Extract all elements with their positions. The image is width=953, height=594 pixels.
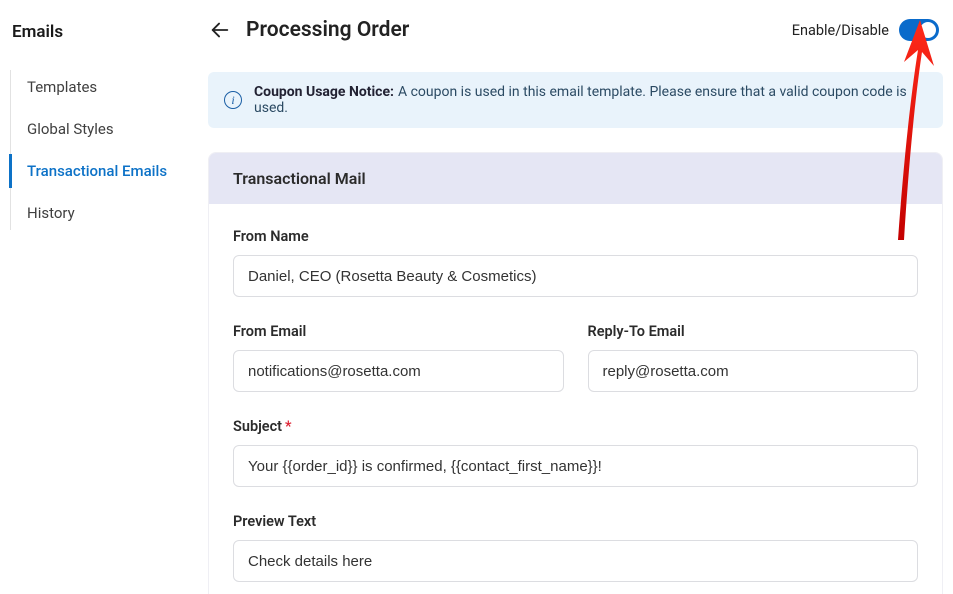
from-email-label: From Email bbox=[233, 323, 564, 340]
card-title: Transactional Mail bbox=[209, 153, 942, 204]
sidebar-item-global-styles[interactable]: Global Styles bbox=[11, 112, 208, 146]
required-asterisk: * bbox=[285, 418, 292, 435]
toggle-label: Enable/Disable bbox=[792, 22, 889, 39]
transactional-mail-card: Transactional Mail From Name From Email … bbox=[208, 152, 943, 594]
from-email-input[interactable] bbox=[233, 350, 564, 392]
main-content: Processing Order Enable/Disable i Coupon… bbox=[208, 0, 953, 594]
notice-bold: Coupon Usage Notice: bbox=[254, 84, 394, 100]
page-header: Processing Order Enable/Disable bbox=[208, 18, 943, 42]
arrow-left-icon bbox=[209, 19, 231, 41]
sidebar-item-templates[interactable]: Templates bbox=[11, 70, 208, 104]
coupon-notice: i Coupon Usage Notice:A coupon is used i… bbox=[208, 72, 943, 128]
from-name-input[interactable] bbox=[233, 255, 918, 297]
enable-toggle[interactable] bbox=[899, 19, 939, 41]
reply-to-label: Reply-To Email bbox=[588, 323, 919, 340]
page-title: Processing Order bbox=[246, 18, 409, 42]
toggle-knob bbox=[920, 22, 936, 38]
subject-label: Subject* bbox=[233, 418, 918, 435]
notice-text: Coupon Usage Notice:A coupon is used in … bbox=[254, 84, 927, 116]
preview-text-input[interactable] bbox=[233, 540, 918, 582]
sidebar-item-transactional-emails[interactable]: Transactional Emails bbox=[9, 154, 208, 188]
sidebar-item-history[interactable]: History bbox=[11, 196, 208, 230]
back-button[interactable] bbox=[208, 18, 232, 42]
sidebar: Emails Templates Global Styles Transacti… bbox=[0, 0, 208, 594]
enable-toggle-group: Enable/Disable bbox=[792, 19, 939, 41]
sidebar-list: Templates Global Styles Transactional Em… bbox=[10, 70, 208, 230]
sidebar-title: Emails bbox=[10, 22, 208, 42]
preview-text-label: Preview Text bbox=[233, 513, 918, 530]
subject-input[interactable] bbox=[233, 445, 918, 487]
from-name-label: From Name bbox=[233, 228, 918, 245]
info-icon: i bbox=[224, 91, 242, 109]
reply-to-input[interactable] bbox=[588, 350, 919, 392]
